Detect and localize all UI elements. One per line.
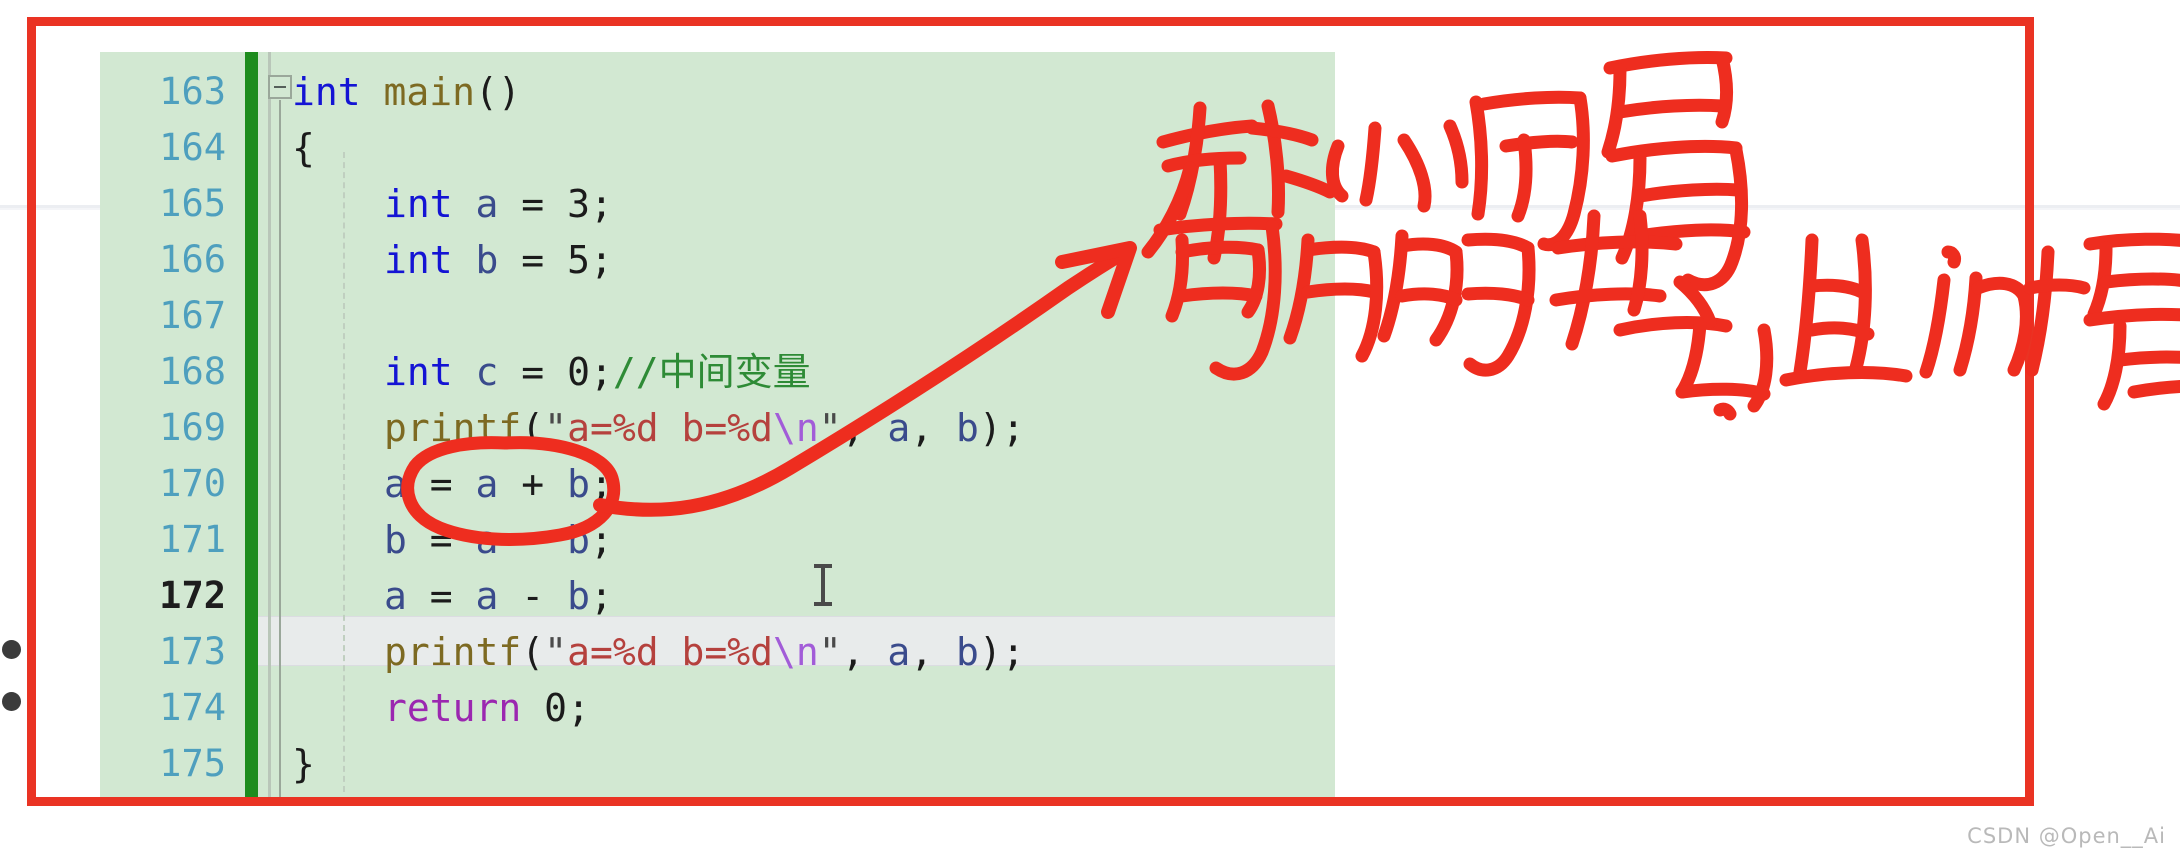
screenshot-root: 163 164 165 166 167 168 169 170 171 172 173 174 175 …	[0, 0, 2180, 858]
list-bullet-dot	[2, 640, 21, 659]
csdn-watermark: CSDN @Open__Ai	[1967, 824, 2166, 848]
red-highlight-rectangle	[27, 17, 2034, 806]
list-bullet-dot	[2, 692, 21, 711]
